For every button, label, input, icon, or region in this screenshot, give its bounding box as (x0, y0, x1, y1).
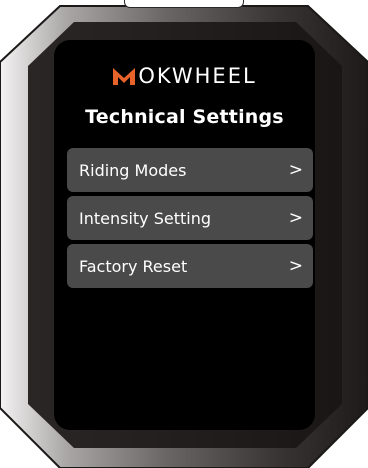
chevron-right-icon: > (288, 256, 303, 276)
page-title: Technical Settings (85, 106, 284, 128)
settings-menu: Riding Modes > Intensity Setting > Facto… (67, 148, 313, 288)
brand-logo: OKWHEEL (54, 62, 315, 90)
menu-item-label: Riding Modes (79, 160, 187, 180)
menu-item-riding-modes[interactable]: Riding Modes > (67, 148, 313, 192)
chevron-right-icon: > (288, 160, 303, 180)
device-mockup: OKWHEEL Technical Settings Riding Modes … (0, 0, 368, 468)
brand-wordmark: OKWHEEL (112, 64, 256, 88)
brand-m-icon (113, 68, 136, 85)
chevron-right-icon: > (288, 208, 303, 228)
menu-item-intensity-setting[interactable]: Intensity Setting > (67, 196, 313, 240)
menu-item-factory-reset[interactable]: Factory Reset > (67, 244, 313, 288)
menu-item-label: Intensity Setting (79, 208, 212, 228)
top-notch (124, 0, 244, 8)
display-screen: OKWHEEL Technical Settings Riding Modes … (54, 40, 315, 430)
brand-name-text: OKWHEEL (138, 64, 257, 88)
menu-item-label: Factory Reset (79, 256, 188, 276)
